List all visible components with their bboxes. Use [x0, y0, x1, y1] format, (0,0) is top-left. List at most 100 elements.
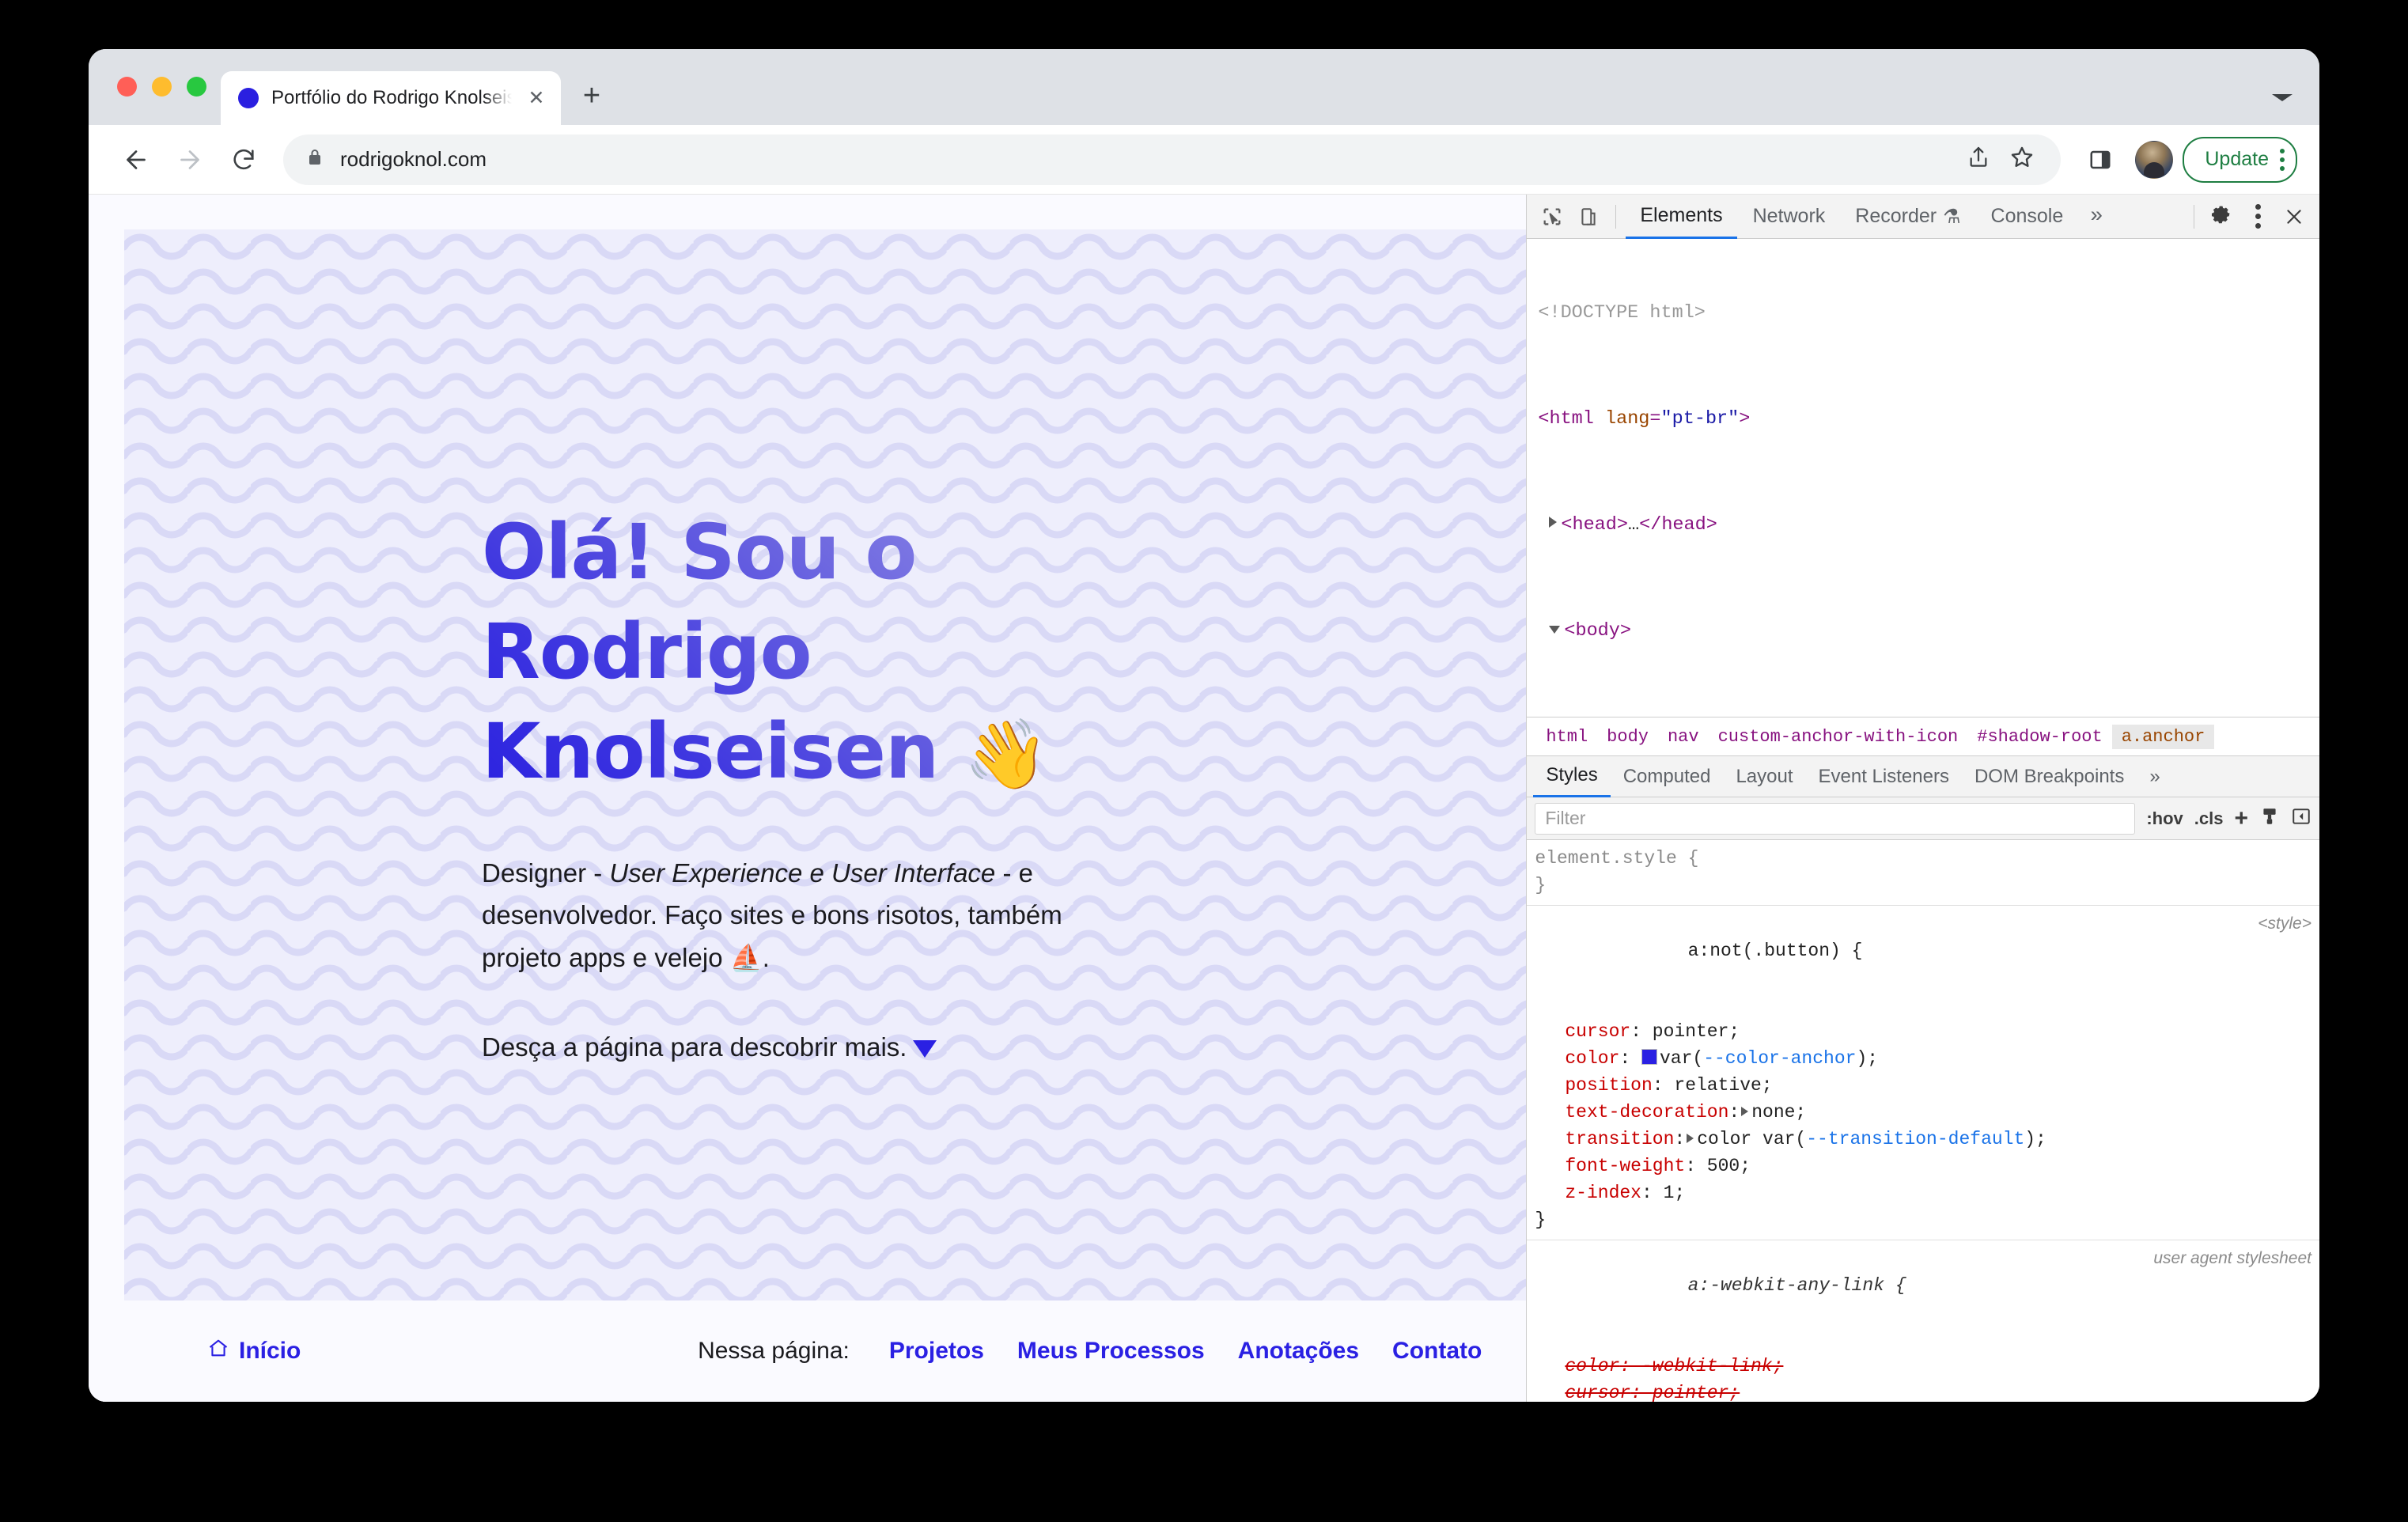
breadcrumb-item-body[interactable]: body [1597, 725, 1658, 749]
device-toolbar-icon[interactable] [1571, 199, 1606, 234]
property-name[interactable]: transition [1565, 1129, 1674, 1149]
new-tab-button[interactable]: + [574, 78, 610, 114]
selector-text[interactable]: element.style { [1535, 848, 1698, 869]
forward-button[interactable] [165, 134, 215, 185]
filter-input[interactable]: Filter [1535, 802, 2136, 835]
reload-button[interactable] [218, 134, 269, 185]
expand-arrow-icon[interactable] [1549, 517, 1558, 528]
css-rule-element-style[interactable]: element.style { } [1527, 840, 2319, 906]
kebab-menu-icon[interactable] [2280, 148, 2285, 171]
property-value[interactable]: 1; [1664, 1183, 1686, 1203]
chevron-down-icon[interactable] [2272, 94, 2293, 101]
breadcrumb-item-html[interactable]: html [1536, 725, 1597, 749]
nav-link-anotacoes[interactable]: Anotações [1238, 1338, 1359, 1365]
star-icon[interactable] [2009, 144, 2035, 175]
selector-text[interactable]: a:not(.button) { [1688, 941, 1863, 961]
share-icon[interactable] [1966, 145, 1991, 174]
property-name[interactable]: position [1565, 1075, 1652, 1096]
nav-link-contato[interactable]: Contato [1392, 1338, 1482, 1365]
paintbrush-icon[interactable] [2259, 806, 2280, 831]
maximize-window-button[interactable] [187, 77, 206, 97]
browser-tab-strip: Portfólio do Rodrigo Knolseisen ✕ + [89, 49, 2319, 125]
update-button[interactable]: Update [2183, 136, 2297, 183]
tab-network[interactable]: Network [1739, 195, 1840, 239]
property-name[interactable]: color [1565, 1048, 1619, 1069]
dom-line-head[interactable]: <head>…</head> [1527, 512, 2319, 539]
close-window-button[interactable] [117, 77, 137, 97]
close-icon[interactable]: ✕ [524, 86, 548, 110]
nav-link-projetos[interactable]: Projetos [889, 1338, 984, 1365]
cls-toggle[interactable]: .cls [2194, 808, 2224, 829]
declaration-z-index[interactable]: z-index: 1; [1527, 1179, 2319, 1206]
side-panel-icon[interactable] [2075, 134, 2126, 185]
tab-layout[interactable]: Layout [1723, 756, 1805, 797]
back-button[interactable] [111, 134, 161, 185]
breadcrumb-item-shadow-root[interactable]: #shadow-root [1967, 725, 2111, 749]
tab-event-listeners[interactable]: Event Listeners [1806, 756, 1962, 797]
declaration-font-weight[interactable]: font-weight: 500; [1527, 1153, 2319, 1179]
expand-arrow-icon[interactable] [1741, 1107, 1749, 1116]
property-value[interactable]: pointer; [1653, 1383, 1740, 1402]
rule-close-brace: } [1535, 1210, 1547, 1230]
property-name[interactable]: font-weight [1565, 1156, 1685, 1176]
declaration-color[interactable]: color: var(--color-anchor); [1527, 1045, 2319, 1072]
tab-styles[interactable]: Styles [1533, 756, 1611, 797]
collapse-arrow-icon[interactable] [1549, 626, 1561, 634]
property-value[interactable]: var(--color-anchor); [1660, 1048, 1878, 1069]
declaration-position[interactable]: position: relative; [1527, 1072, 2319, 1099]
tab-label: Network [1752, 205, 1826, 227]
breadcrumb-item-a-anchor[interactable]: a.anchor [2111, 724, 2215, 749]
css-rule-a-not-button[interactable]: a:not(.button) { <style> cursor: pointer… [1527, 906, 2319, 1240]
property-value[interactable]: -webkit-link; [1641, 1356, 1783, 1376]
breadcrumb-item-nav[interactable]: nav [1658, 725, 1709, 749]
styles-rules-pane[interactable]: element.style { } a:not(.button) { <styl… [1527, 840, 2319, 1402]
property-name[interactable]: cursor [1565, 1383, 1630, 1402]
toolbar-right-actions: Update [2075, 134, 2297, 185]
tab-dom-breakpoints[interactable]: DOM Breakpoints [1962, 756, 2137, 797]
property-name[interactable]: text-decoration [1565, 1102, 1728, 1123]
tab-recorder[interactable]: Recorder ⚗ [1841, 195, 1974, 239]
expand-arrow-icon[interactable] [1687, 1134, 1694, 1143]
tab-console[interactable]: Console [1977, 195, 2078, 239]
dom-tree[interactable]: <!DOCTYPE html> <html lang="pt-br"> <hea… [1527, 239, 2319, 717]
selector-text[interactable]: a:-webkit-any-link { [1688, 1275, 1906, 1296]
dom-line-body[interactable]: <body> [1527, 618, 2319, 645]
toggle-sidebar-icon[interactable] [2291, 806, 2311, 831]
browser-tab[interactable]: Portfólio do Rodrigo Knolseisen ✕ [221, 71, 561, 125]
nav-item-inicio[interactable]: Início [207, 1337, 301, 1365]
gear-icon[interactable] [2204, 199, 2239, 234]
close-icon[interactable] [2277, 199, 2311, 234]
styles-more-tabs-button[interactable]: » [2137, 756, 2172, 797]
more-tabs-button[interactable]: » [2079, 205, 2114, 229]
hov-toggle[interactable]: :hov [2146, 808, 2183, 829]
nav-link-meus-processos[interactable]: Meus Processos [1017, 1338, 1205, 1365]
tab-computed[interactable]: Computed [1611, 756, 1724, 797]
declaration-text-decoration[interactable]: text-decoration: none; [1527, 1099, 2319, 1126]
color-swatch[interactable] [1641, 1049, 1657, 1065]
rule-origin[interactable]: <style> [2258, 911, 2311, 937]
address-bar[interactable]: rodrigoknol.com [283, 134, 2062, 185]
css-rule-webkit-any-link[interactable]: a:-webkit-any-link { user agent styleshe… [1527, 1240, 2319, 1402]
property-name[interactable]: cursor [1565, 1021, 1630, 1042]
breadcrumb-item-custom-anchor-with-icon[interactable]: custom-anchor-with-icon [1709, 725, 1968, 749]
property-value[interactable]: pointer; [1653, 1021, 1740, 1042]
avatar[interactable] [2135, 140, 2174, 179]
tab-elements[interactable]: Elements [1626, 195, 1737, 239]
property-name[interactable]: z-index [1565, 1183, 1641, 1203]
dom-line-html[interactable]: <html lang="pt-br"> [1527, 406, 2319, 433]
declaration-color[interactable]: color: -webkit-link; [1527, 1353, 2319, 1380]
declaration-cursor[interactable]: cursor: pointer; [1527, 1018, 2319, 1045]
browser-window: Portfólio do Rodrigo Knolseisen ✕ + rodr… [89, 49, 2319, 1402]
inspect-element-icon[interactable] [1535, 199, 1569, 234]
minimize-window-button[interactable] [152, 77, 172, 97]
kebab-menu-icon[interactable] [2240, 199, 2275, 234]
property-value[interactable]: 500; [1707, 1156, 1751, 1176]
declaration-transition[interactable]: transition: color var(--transition-defaul… [1527, 1126, 2319, 1153]
add-rule-button[interactable]: + [2234, 805, 2248, 832]
browser-toolbar: rodrigoknol.com Update [89, 125, 2319, 195]
property-value[interactable]: relative; [1674, 1075, 1772, 1096]
property-name[interactable]: color [1565, 1356, 1619, 1376]
declaration-cursor[interactable]: cursor: pointer; [1527, 1380, 2319, 1402]
property-value[interactable]: color var(--transition-default); [1697, 1129, 2046, 1149]
property-value[interactable]: none; [1751, 1102, 1806, 1123]
